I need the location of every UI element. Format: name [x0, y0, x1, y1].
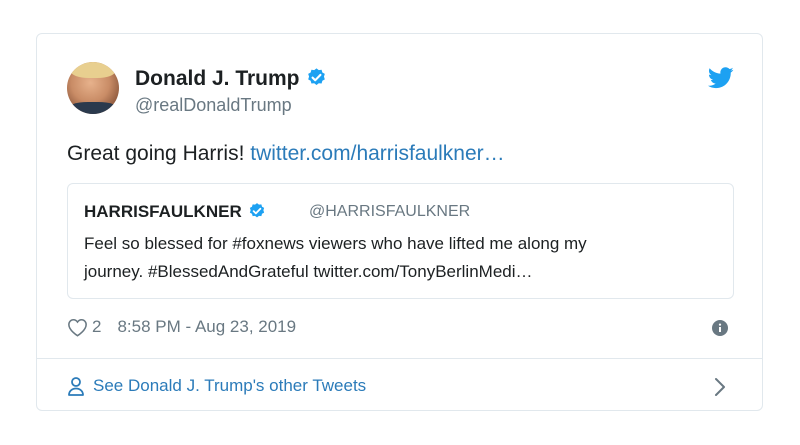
other-tweets-label[interactable]: See Donald J. Trump's other Tweets: [93, 376, 366, 396]
quoted-author-name[interactable]: HARRISFAULKNER: [84, 202, 266, 225]
other-tweets-link[interactable]: See Donald J. Trump's other Tweets: [67, 376, 366, 396]
verified-icon: [306, 67, 327, 94]
tweet-meta: 2 8:58 PM - Aug 23, 2019: [67, 317, 296, 337]
tweet-link[interactable]: twitter.com/harrisfaulkner…: [250, 142, 504, 165]
quoted-line-1: Feel so blessed for #foxnews viewers who…: [84, 234, 587, 253]
author-name[interactable]: Donald J. Trump: [135, 67, 300, 90]
tweet-text: Great going Harris! twitter.com/harrisfa…: [67, 142, 505, 166]
avatar[interactable]: [67, 62, 119, 114]
author-handle[interactable]: @realDonaldTrump: [135, 95, 292, 116]
chevron-right-icon[interactable]: [714, 377, 726, 402]
quoted-tweet[interactable]: HARRISFAULKNER @HARRISFAULKNER Feel so b…: [67, 183, 734, 299]
quoted-line-2: journey. #BlessedAndGrateful twitter.com…: [84, 262, 533, 281]
info-icon[interactable]: [712, 320, 728, 341]
heart-icon[interactable]: [67, 318, 88, 337]
tweet-body: Great going Harris!: [67, 142, 245, 165]
quoted-author-name-text[interactable]: HARRISFAULKNER: [84, 202, 242, 221]
author-name-row[interactable]: Donald J. Trump: [135, 67, 327, 94]
verified-icon: [248, 202, 266, 225]
quoted-tweet-text: Feel so blessed for #foxnews viewers who…: [84, 230, 724, 286]
tweet-timestamp[interactable]: 8:58 PM - Aug 23, 2019: [117, 317, 296, 337]
quoted-author-handle[interactable]: @HARRISFAULKNER: [309, 203, 470, 221]
twitter-bird-icon[interactable]: [707, 67, 734, 94]
embedded-tweet-card: Donald J. Trump @realDonaldTrump Great g…: [36, 33, 763, 411]
like-count[interactable]: 2: [92, 317, 101, 337]
divider: [37, 358, 762, 359]
person-icon: [67, 376, 85, 396]
